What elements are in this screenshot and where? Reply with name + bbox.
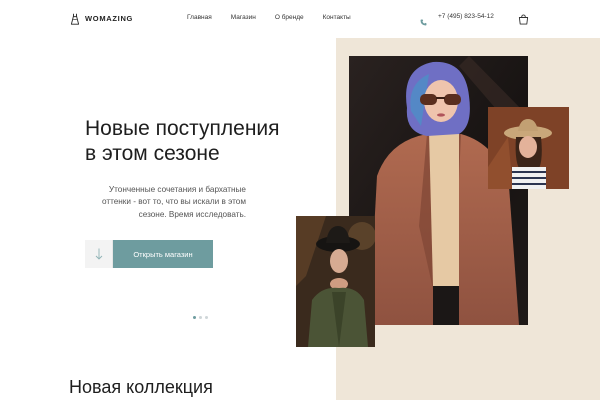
open-shop-button[interactable]: Открыть магазин [113, 240, 213, 268]
nav-contacts[interactable]: Контакты [323, 14, 351, 21]
hero-text-line1: Утонченные сочетания и бархатные [108, 185, 246, 194]
phone-number: +7 (495) 823-54-12 [438, 13, 494, 20]
phone-icon [420, 13, 427, 26]
site-header: WOMAZING Главная Магазин О бренде Контак… [0, 0, 600, 38]
slider-dot-1[interactable] [193, 316, 196, 319]
hero-title: Новые поступления в этом сезоне [85, 116, 335, 166]
slider-dots [193, 316, 211, 319]
nav-shop[interactable]: Магазин [231, 14, 256, 21]
slider-dot-2[interactable] [199, 316, 202, 319]
hero-dark-photo [296, 216, 375, 347]
hero-title-line2: в этом сезоне [85, 142, 220, 165]
hero-main-photo [349, 56, 528, 325]
logo-text: WOMAZING [85, 13, 134, 23]
phone-link[interactable]: +7 (495) 823-54-12 [420, 13, 494, 26]
new-collection-title: Новая коллекция [69, 377, 213, 397]
arrow-down-icon[interactable] [85, 240, 113, 268]
hero-title-line1: Новые поступления [85, 117, 280, 140]
cta-group: Открыть магазин [85, 240, 213, 268]
hero-description: Утонченные сочетания и бархатные оттенки… [80, 184, 246, 221]
logo[interactable]: WOMAZING [70, 12, 134, 25]
nav-about[interactable]: О бренде [275, 14, 304, 21]
nav-home[interactable]: Главная [187, 14, 212, 21]
dress-hanger-icon [70, 12, 80, 25]
hero-hat-photo [488, 107, 569, 189]
shopping-bag-icon[interactable] [518, 12, 529, 25]
slider-dot-3[interactable] [205, 316, 208, 319]
main-nav: Главная Магазин О бренде Контакты [187, 14, 370, 21]
hero-text-line3: сезоне. Время исследовать. [138, 209, 246, 219]
hero-text-line2: оттенки - вот то, что вы искали в этом [101, 197, 246, 207]
